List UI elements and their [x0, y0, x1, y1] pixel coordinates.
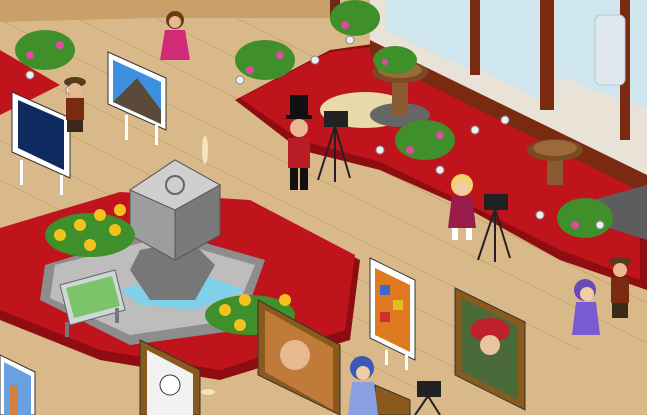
plant-right[interactable] [557, 198, 613, 238]
plant-window[interactable] [373, 46, 417, 74]
room-canvas[interactable] [0, 0, 647, 415]
plant-top-center[interactable] [235, 40, 295, 80]
game-room-view[interactable] [0, 0, 647, 415]
avatar-blue-bonnet-girl[interactable] [348, 356, 378, 415]
avatar-flat-cap-boy[interactable] [64, 77, 86, 132]
plant-middle-right[interactable] [395, 120, 455, 160]
plant-top-left[interactable] [15, 30, 75, 70]
plant-top-right[interactable] [330, 0, 380, 36]
